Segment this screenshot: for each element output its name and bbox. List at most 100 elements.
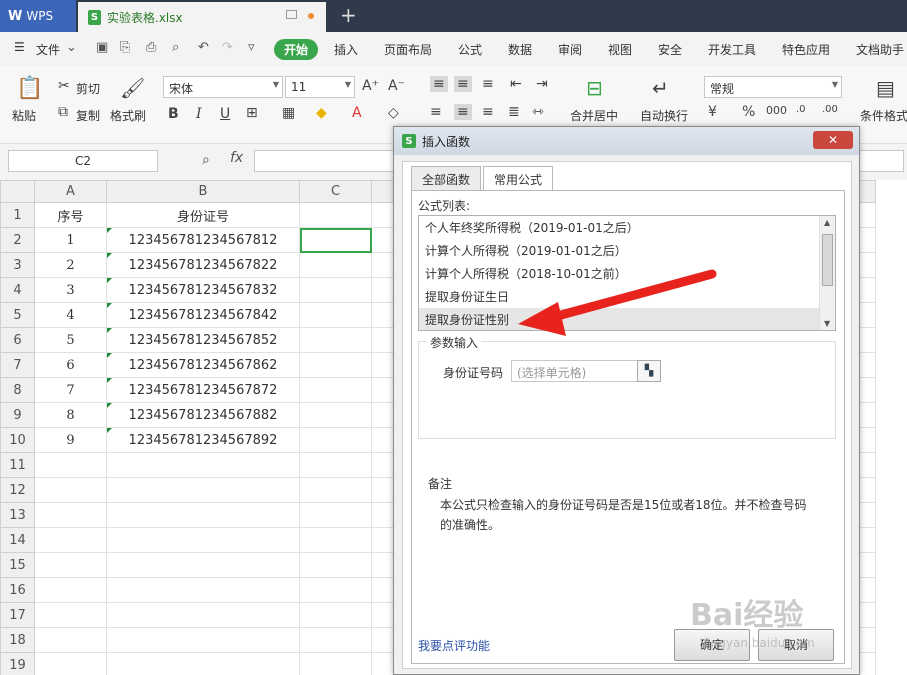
cell-b[interactable]: 123456781234567872 bbox=[106, 377, 300, 403]
row-header[interactable]: 18 bbox=[0, 627, 35, 653]
cell-b[interactable]: 身份证号 bbox=[106, 202, 300, 228]
customize-icon[interactable]: ▿ bbox=[248, 40, 255, 55]
cell-c[interactable] bbox=[299, 302, 372, 328]
cell-a[interactable]: 8 bbox=[34, 402, 107, 428]
cell-a[interactable] bbox=[34, 627, 107, 653]
font-color-icon[interactable]: A bbox=[352, 105, 362, 121]
wrap-text-button[interactable]: 自动换行 bbox=[640, 107, 688, 124]
menu-page-layout[interactable]: 页面布局 bbox=[384, 41, 432, 58]
cell-b[interactable] bbox=[106, 527, 300, 553]
column-header-c[interactable]: C bbox=[299, 180, 372, 203]
name-box[interactable]: C2 bbox=[8, 150, 158, 172]
cell-b[interactable]: 123456781234567822 bbox=[106, 252, 300, 278]
feedback-link[interactable]: 我要点评功能 bbox=[418, 637, 490, 654]
increase-decimal-icon[interactable]: .0 bbox=[796, 104, 806, 115]
cell-c[interactable] bbox=[299, 227, 372, 253]
dialog-title-bar[interactable]: S 插入函数 ✕ bbox=[394, 127, 859, 155]
tab-common-formulas[interactable]: 常用公式 bbox=[483, 166, 554, 191]
cell-a[interactable]: 3 bbox=[34, 277, 107, 303]
scroll-thumb[interactable] bbox=[822, 234, 833, 286]
row-header[interactable]: 11 bbox=[0, 452, 35, 478]
cell-a[interactable]: 6 bbox=[34, 352, 107, 378]
export-icon[interactable]: ⎘ bbox=[120, 40, 130, 55]
cell-a[interactable] bbox=[34, 477, 107, 503]
cell-b[interactable]: 123456781234567842 bbox=[106, 302, 300, 328]
cell-c[interactable] bbox=[299, 277, 372, 303]
align-center-icon[interactable]: ≡ bbox=[454, 104, 472, 120]
cell-b[interactable] bbox=[106, 602, 300, 628]
align-middle-icon[interactable]: ≡ bbox=[454, 76, 472, 92]
column-header-a[interactable]: A bbox=[34, 180, 107, 203]
distributed-icon[interactable]: ⇿ bbox=[532, 104, 544, 120]
cond-format-button[interactable]: 条件格式 bbox=[860, 107, 907, 124]
cell-a[interactable]: 4 bbox=[34, 302, 107, 328]
cell-a[interactable] bbox=[34, 652, 107, 675]
decrease-font-icon[interactable]: A⁻ bbox=[388, 78, 405, 94]
paste-icon[interactable]: 📋 bbox=[16, 76, 43, 101]
percent-icon[interactable]: % bbox=[742, 104, 755, 120]
justify-icon[interactable]: ≣ bbox=[508, 104, 520, 120]
cell-a[interactable] bbox=[34, 452, 107, 478]
currency-icon[interactable]: ¥ bbox=[708, 104, 717, 120]
bold-button[interactable]: B bbox=[168, 106, 179, 122]
cell-a[interactable] bbox=[34, 527, 107, 553]
redo-icon[interactable]: ↷ bbox=[222, 40, 233, 55]
insert-function-button[interactable]: fx bbox=[230, 150, 243, 166]
scrollbar[interactable]: ▲ ▼ bbox=[819, 216, 835, 330]
window-icon[interactable] bbox=[286, 10, 297, 19]
align-bottom-icon[interactable]: ≡ bbox=[482, 76, 494, 92]
format-painter-button[interactable]: 格式刷 bbox=[110, 107, 146, 124]
align-left-icon[interactable]: ≡ bbox=[430, 104, 442, 120]
menu-view[interactable]: 视图 bbox=[608, 41, 632, 58]
cell-b[interactable]: 123456781234567832 bbox=[106, 277, 300, 303]
decrease-decimal-icon[interactable]: .00 bbox=[822, 104, 838, 115]
row-header[interactable]: 13 bbox=[0, 502, 35, 528]
menu-insert[interactable]: 插入 bbox=[334, 41, 358, 58]
increase-font-icon[interactable]: A⁺ bbox=[362, 78, 379, 94]
cell-b[interactable]: 123456781234567892 bbox=[106, 427, 300, 453]
cell-b[interactable]: 123456781234567882 bbox=[106, 402, 300, 428]
new-tab-button[interactable]: + bbox=[340, 3, 357, 27]
underline-button[interactable]: U bbox=[220, 106, 230, 122]
cell-c[interactable] bbox=[299, 352, 372, 378]
cell-c[interactable] bbox=[299, 327, 372, 353]
cell-c[interactable] bbox=[299, 252, 372, 278]
cell-a[interactable]: 2 bbox=[34, 252, 107, 278]
column-header-b[interactable]: B bbox=[106, 180, 300, 203]
cell-b[interactable]: 123456781234567812 bbox=[106, 227, 300, 253]
cell-a[interactable] bbox=[34, 602, 107, 628]
file-menu[interactable]: 文件 bbox=[36, 41, 60, 58]
print-icon[interactable]: ⎙ bbox=[146, 40, 156, 55]
cell-b[interactable] bbox=[106, 502, 300, 528]
cell-b[interactable] bbox=[106, 452, 300, 478]
indent-decrease-icon[interactable]: ⇤ bbox=[510, 76, 522, 92]
row-header[interactable]: 5 bbox=[0, 302, 35, 328]
cell-b[interactable] bbox=[106, 652, 300, 675]
cell-b[interactable] bbox=[106, 477, 300, 503]
row-header[interactable]: 9 bbox=[0, 402, 35, 428]
row-header[interactable]: 10 bbox=[0, 427, 35, 453]
cell-c[interactable] bbox=[299, 202, 372, 228]
indent-increase-icon[interactable]: ⇥ bbox=[536, 76, 548, 92]
chevron-down-icon[interactable]: ⌄ bbox=[66, 40, 77, 55]
copy-button[interactable]: 复制 bbox=[76, 107, 100, 124]
cell-c[interactable] bbox=[299, 502, 372, 528]
font-name-select[interactable]: 宋体 ▼ bbox=[163, 76, 283, 98]
italic-button[interactable]: I bbox=[196, 106, 202, 122]
cell-picker-icon[interactable]: ▚ bbox=[637, 360, 661, 382]
row-header[interactable]: 7 bbox=[0, 352, 35, 378]
menu-developer[interactable]: 开发工具 bbox=[708, 41, 756, 58]
menu-doc-assistant[interactable]: 文档助手 bbox=[856, 41, 904, 58]
undo-icon[interactable]: ↶ bbox=[198, 40, 209, 55]
row-header[interactable]: 16 bbox=[0, 577, 35, 603]
row-header[interactable]: 17 bbox=[0, 602, 35, 628]
select-all-corner[interactable] bbox=[0, 180, 35, 203]
fill-color-icon[interactable]: ◆ bbox=[316, 105, 327, 121]
cell-b[interactable] bbox=[106, 627, 300, 653]
cell-c[interactable] bbox=[299, 577, 372, 603]
merge-center-button[interactable]: 合并居中 bbox=[570, 107, 618, 124]
row-header[interactable]: 15 bbox=[0, 552, 35, 578]
align-right-icon[interactable]: ≡ bbox=[482, 104, 494, 120]
row-header[interactable]: 2 bbox=[0, 227, 35, 253]
cell-a[interactable] bbox=[34, 577, 107, 603]
